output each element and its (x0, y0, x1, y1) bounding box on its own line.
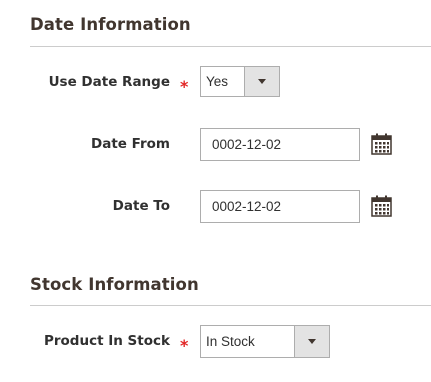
use-date-range-select[interactable]: Yes (200, 66, 280, 97)
use-date-range-value: Yes (206, 74, 229, 89)
product-in-stock-label: Product In Stock (43, 333, 170, 349)
use-date-range-label: Use Date Range (48, 74, 170, 90)
chevron-down-icon[interactable] (294, 326, 329, 357)
date-section-divider (30, 46, 431, 47)
stock-information-title: Stock Information (30, 275, 199, 294)
calendar-icon[interactable] (371, 195, 392, 217)
stock-section-divider (30, 305, 431, 306)
calendar-icon[interactable] (371, 133, 392, 155)
chevron-down-icon[interactable] (244, 67, 279, 96)
date-to-label: Date To (112, 198, 170, 214)
required-marker: * (180, 77, 189, 96)
date-information-title: Date Information (30, 15, 191, 34)
product-in-stock-select[interactable]: In Stock (200, 325, 330, 358)
required-marker: * (180, 336, 189, 355)
date-from-input[interactable] (200, 128, 360, 161)
date-to-input[interactable] (200, 190, 360, 223)
date-from-label: Date From (91, 136, 170, 152)
product-in-stock-value: In Stock (206, 334, 255, 349)
